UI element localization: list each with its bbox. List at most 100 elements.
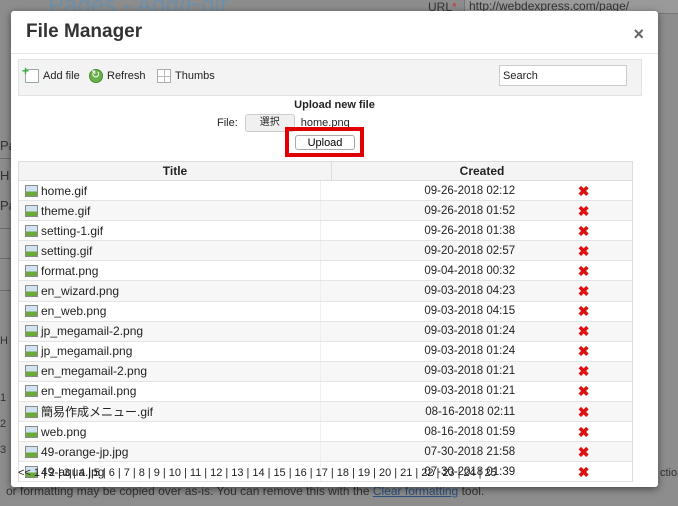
delete-button[interactable]: ✖: [515, 364, 632, 378]
table-row[interactable]: 49-orange-jp.jpg 07-30-2018 21:58 ✖: [19, 442, 632, 463]
pager-page-link[interactable]: 1: [34, 467, 40, 479]
pager-page-link[interactable]: 9: [154, 467, 160, 479]
table-row[interactable]: jp_megamail-2.png 09-03-2018 01:24 ✖: [19, 321, 632, 342]
delete-button[interactable]: ✖: [515, 284, 632, 298]
pager-page-link[interactable]: 19: [358, 467, 370, 479]
add-file-button[interactable]: Add file: [22, 64, 80, 83]
file-title-cell[interactable]: jp_megamail-2.png: [19, 321, 322, 341]
pager-separator: |: [373, 467, 376, 479]
file-title-cell[interactable]: jp_megamail.png: [19, 341, 322, 361]
pager-page-link[interactable]: 22: [421, 467, 433, 479]
file-title-cell[interactable]: en_megamail-2.png: [19, 361, 322, 381]
pager-separator: |: [132, 467, 136, 479]
table-row[interactable]: format.png 09-04-2018 00:32 ✖: [19, 261, 632, 282]
pager-page-link[interactable]: 8: [139, 467, 145, 479]
delete-button[interactable]: ✖: [515, 224, 632, 238]
table-row[interactable]: home.gif 09-26-2018 02:12 ✖: [19, 181, 632, 202]
file-title-cell[interactable]: en_web.png: [19, 301, 322, 321]
pager-page-link[interactable]: 23: [442, 467, 454, 479]
column-header-created[interactable]: Created: [332, 162, 632, 180]
file-table: Title Created home.gif 09-26-2018 02:12 ✖ t…: [18, 161, 633, 483]
file-name: jp_megamail-2.png: [41, 324, 144, 339]
table-row[interactable]: setting.gif 09-20-2018 02:57 ✖: [19, 241, 632, 262]
pager-page-link[interactable]: 24: [463, 467, 475, 479]
table-row[interactable]: setting-1.gif 09-26-2018 01:38 ✖: [19, 221, 632, 242]
refresh-button[interactable]: Refresh: [89, 68, 146, 83]
delete-button[interactable]: ✖: [515, 384, 632, 398]
delete-button[interactable]: ✖: [515, 244, 632, 258]
file-title-cell[interactable]: setting.gif: [19, 241, 322, 261]
pager-first-link[interactable]: <<: [18, 467, 31, 479]
file-title-cell[interactable]: 簡易作成メニュー.gif: [19, 402, 322, 422]
pager-page-link[interactable]: 14: [252, 467, 264, 479]
file-title-cell[interactable]: theme.gif: [19, 201, 322, 221]
delete-button[interactable]: ✖: [515, 204, 632, 218]
pager-page-link[interactable]: 10: [169, 467, 181, 479]
file-title-cell[interactable]: en_wizard.png: [19, 281, 322, 301]
pager-page-link[interactable]: 16: [295, 467, 307, 479]
table-row[interactable]: web.png 08-16-2018 01:59 ✖: [19, 422, 632, 443]
file-name: 簡易作成メニュー.gif: [41, 405, 154, 420]
pager-page-link[interactable]: 17: [316, 467, 328, 479]
pager-page-link[interactable]: 25: [485, 467, 497, 479]
file-name: theme.gif: [41, 203, 91, 218]
table-row[interactable]: en_megamail.png 09-03-2018 01:21 ✖: [19, 381, 632, 403]
thumbs-button[interactable]: Thumbs: [157, 69, 215, 83]
table-row[interactable]: en_megamail-2.png 09-03-2018 01:21 ✖: [19, 361, 632, 382]
file-title-cell[interactable]: format.png: [19, 261, 322, 281]
delete-button[interactable]: ✖: [515, 445, 632, 459]
delete-button[interactable]: ✖: [515, 465, 632, 479]
pager-page-link[interactable]: 3: [64, 467, 70, 479]
pager-page-link[interactable]: 15: [273, 467, 285, 479]
file-name: en_megamail-2.png: [41, 364, 148, 379]
pager-page-link[interactable]: 5: [94, 467, 100, 479]
image-file-icon: [25, 325, 38, 338]
pager-page-link[interactable]: 13: [231, 467, 243, 479]
file-title-cell[interactable]: en_megamail.png: [19, 381, 322, 402]
pager-page-link[interactable]: 12: [210, 467, 222, 479]
file-created: 08-16-2018 01:59: [424, 425, 516, 438]
pager-page-link[interactable]: 6: [109, 467, 115, 479]
file-created: 09-03-2018 01:24: [424, 345, 516, 358]
table-row[interactable]: 簡易作成メニュー.gif 08-16-2018 02:11 ✖: [19, 402, 632, 423]
delete-button[interactable]: ✖: [515, 425, 632, 439]
upload-button[interactable]: Upload: [295, 135, 355, 150]
table-row[interactable]: en_wizard.png 09-03-2018 04:23 ✖: [19, 281, 632, 302]
pager-page-link[interactable]: 21: [400, 467, 412, 479]
delete-button[interactable]: ✖: [515, 264, 632, 278]
file-name: home.gif: [41, 183, 88, 198]
pager-separator: |: [204, 467, 208, 479]
search-input[interactable]: [499, 65, 627, 86]
delete-icon: ✖: [577, 222, 590, 239]
pager-page-link[interactable]: 11: [190, 467, 201, 479]
pager-separator: |: [246, 467, 250, 479]
file-title-cell[interactable]: 49-orange-jp.jpg: [19, 442, 322, 462]
file-title-cell[interactable]: setting-1.gif: [19, 221, 322, 241]
pager-page-link[interactable]: 18: [337, 467, 349, 479]
toolbar: Add file Refresh Thumbs: [18, 59, 642, 96]
delete-button[interactable]: ✖: [515, 344, 632, 358]
table-row[interactable]: en_web.png 09-03-2018 04:15 ✖: [19, 301, 632, 322]
delete-button[interactable]: ✖: [515, 405, 632, 419]
image-file-icon: [25, 285, 38, 298]
delete-button[interactable]: ✖: [515, 304, 632, 318]
file-name: en_web.png: [41, 304, 107, 319]
close-icon[interactable]: ×: [633, 24, 644, 45]
file-name: setting-1.gif: [41, 223, 104, 238]
table-row[interactable]: theme.gif 09-26-2018 01:52 ✖: [19, 201, 632, 222]
file-name: jp_megamail.png: [41, 344, 133, 359]
column-header-title[interactable]: Title: [19, 162, 332, 180]
file-title-cell[interactable]: web.png: [19, 422, 322, 442]
pager-page-link[interactable]: 2: [49, 467, 55, 479]
table-row[interactable]: jp_megamail.png 09-03-2018 01:24 ✖: [19, 341, 632, 362]
delete-icon: ✖: [577, 403, 590, 420]
file-title-cell[interactable]: home.gif: [19, 181, 322, 201]
delete-button[interactable]: ✖: [515, 324, 632, 338]
file-name: en_megamail.png: [41, 384, 137, 399]
delete-button[interactable]: ✖: [515, 184, 632, 198]
pager-page-link[interactable]: 20: [379, 467, 391, 479]
table-header: Title Created: [19, 161, 632, 181]
image-file-icon: [25, 264, 38, 277]
pager-page-link[interactable]: 7: [124, 467, 130, 479]
pager-page-link[interactable]: 4: [79, 467, 85, 479]
